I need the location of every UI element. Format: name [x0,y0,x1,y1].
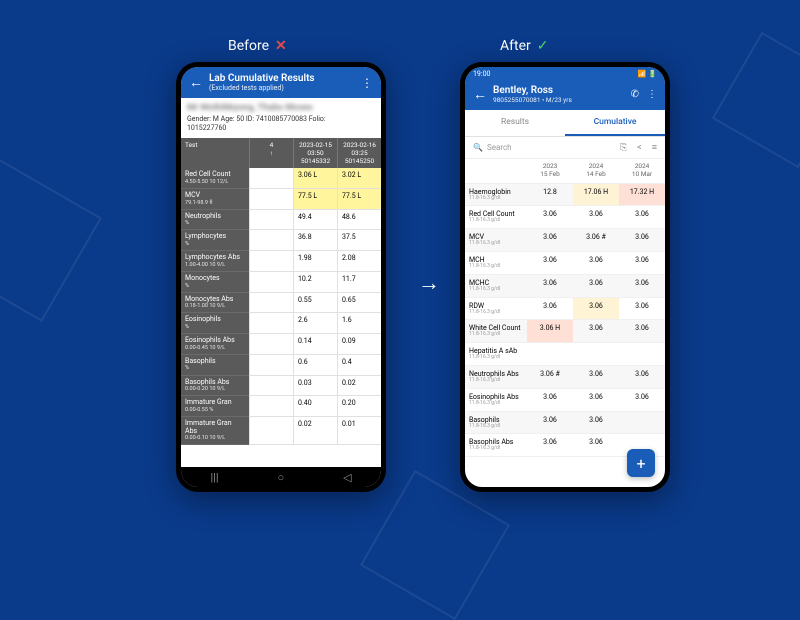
search-icon: 🔍 [473,143,483,152]
arrow-icon: → [418,270,440,296]
table-row[interactable]: Lymphocytes Abs1.00-4.00 10 9/L1.982.08 [181,251,381,272]
table-row[interactable]: White Cell Count11.8-16.3 g/dl3.06 H3.06… [465,320,665,343]
phone-before: ← Lab Cumulative Results (Excluded tests… [176,62,386,492]
patient-name: Bentley, Ross [493,85,625,96]
table-row[interactable]: Hepatitis A sAb11.8-16.3 g/dl [465,343,665,366]
col-header-3: 202410 Mar [619,159,665,183]
status-icons: 📶 🔋 [638,70,657,78]
table-row[interactable]: Eosinophils Abs11.8-16.3 g/dl3.063.063.0… [465,389,665,412]
back-nav-icon[interactable]: ◁ [343,471,351,484]
android-navbar: ||| ○ ◁ [181,467,381,487]
table-row[interactable]: Eosinophils Abs0.00-0.45 10 9/L0.140.09 [181,334,381,355]
home-icon[interactable]: ○ [277,471,284,484]
table-row[interactable]: Basophils11.8-16.3 g/dl3.063.06 [465,412,665,435]
bg-decoration [360,470,510,620]
table-row[interactable]: MCV79.1-98.9 fl77.5 L77.5 L [181,189,381,210]
table-row[interactable]: Eosinophils%2.61.6 [181,313,381,334]
back-icon[interactable]: ← [189,74,203,91]
header-before: ← Lab Cumulative Results (Excluded tests… [181,67,381,98]
patient-name: Mr Mothibkyung, Thabo Moses [187,102,375,115]
patient-line2: Gender: M Age: 50 ID: 7410085770083 Foli… [187,115,375,125]
add-button[interactable]: + [627,449,655,477]
table-row[interactable]: MCHC11.8-16.3 g/dl3.063.063.06 [465,275,665,298]
toolbar: 🔍 Search ⎘ < ≡ [465,137,665,159]
search-input[interactable]: 🔍 Search [473,143,610,152]
table-row[interactable]: MCV11.8-16.3 g/dl3.063.06 #3.06 [465,229,665,252]
col-header-2: 2023-02-1503:5050145332 [293,138,337,168]
after-label: After ✓ [500,38,548,54]
header-after: ← Bentley, Ross 9805255070081 • M/23 yrs… [465,81,665,110]
x-icon: ✕ [275,38,287,54]
overflow-icon[interactable]: ⋮ [361,76,373,90]
tab-cumulative[interactable]: Cumulative [565,110,665,136]
screen-before: ← Lab Cumulative Results (Excluded tests… [181,67,381,487]
table-row[interactable]: Immature Gran0.00-0.55 %0.400.20 [181,396,381,417]
col-header-1: 202315 Feb [527,159,573,183]
table-header-row: Test 4↑ 2023-02-1503:5050145332 2023-02-… [181,138,381,168]
overflow-icon[interactable]: ⋮ [647,89,657,100]
results-table-before: Test 4↑ 2023-02-1503:5050145332 2023-02-… [181,138,381,467]
recents-icon[interactable]: ||| [210,471,218,484]
phone-after: 19:00 📶 🔋 ← Bentley, Ross 9805255070081 … [460,62,670,492]
table-row[interactable]: MCH11.8-16.3 g/dl3.063.063.06 [465,252,665,275]
page-subtitle: (Excluded tests applied) [209,84,355,92]
table-row[interactable]: Monocytes Abs0.18-1.00 10 9/L0.550.65 [181,293,381,314]
check-icon: ✓ [537,38,549,54]
screen-after: 19:00 📶 🔋 ← Bentley, Ross 9805255070081 … [465,67,665,487]
table-row[interactable]: Monocytes%10.211.7 [181,272,381,293]
table-row[interactable]: Basophils Abs0.00-0.20 10 9/L0.030.02 [181,376,381,397]
table-row[interactable]: Red Cell Count4.50-5.50 10 12/L3.06 L3.0… [181,168,381,189]
table-header-row: 202315 Feb 202414 Feb 202410 Mar [465,159,665,184]
table-row[interactable]: Haemoglobin11.8-16.3 g/dl12.817.06 H17.3… [465,184,665,207]
back-icon[interactable]: ← [473,86,487,103]
col-header-3: 2023-02-1603:2550145250 [337,138,381,168]
status-time: 19:00 [473,70,490,78]
share-icon[interactable]: < [637,143,642,153]
table-row[interactable]: Neutrophils Abs11.8-16.3 g/dl3.06 #3.063… [465,366,665,389]
patient-meta: Mr Mothibkyung, Thabo Moses Gender: M Ag… [181,98,381,138]
table-row[interactable]: Lymphocytes%36.837.5 [181,230,381,251]
bg-decoration [0,158,102,322]
patient-meta: 9805255070081 • M/23 yrs [493,96,625,104]
bg-decoration [712,32,800,169]
table-row[interactable]: Neutrophils%49.448.6 [181,210,381,231]
page-title: Lab Cumulative Results [209,73,355,84]
tab-results[interactable]: Results [465,110,565,136]
table-row[interactable]: Red Cell Count11.8-16.3 g/dl3.063.063.06 [465,206,665,229]
results-table-after: 202315 Feb 202414 Feb 202410 Mar Haemogl… [465,159,665,487]
filter-icon[interactable]: ≡ [652,142,657,153]
col-header-2: 202414 Feb [573,159,619,183]
tabs: Results Cumulative [465,110,665,137]
patient-folio: 1015227760 [187,124,375,134]
call-icon[interactable]: ✆ [631,89,639,100]
copy-icon[interactable]: ⎘ [620,143,627,153]
table-row[interactable]: RDW11.8-16.3 g/dl3.063.063.06 [465,298,665,321]
table-row[interactable]: Immature Gran Abs0.00-0.10 10 9/L0.020.0… [181,417,381,445]
status-bar: 19:00 📶 🔋 [465,67,665,81]
table-row[interactable]: Basophils%0.60.4 [181,355,381,376]
header-actions: ✆ ⋮ [631,89,657,100]
col-header-1: 4↑ [249,138,293,168]
col-test-label: Test [181,138,249,168]
before-label: Before ✕ [228,38,287,54]
